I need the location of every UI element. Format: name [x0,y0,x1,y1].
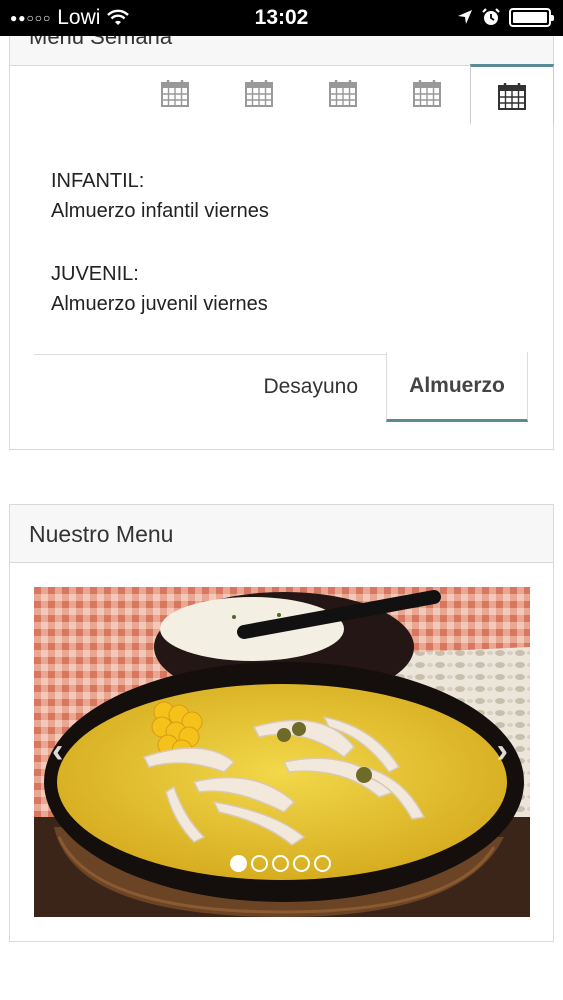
day-tab-1[interactable] [156,74,194,112]
tab-desayuno[interactable]: Desayuno [263,375,358,399]
carousel-indicators [230,855,331,872]
menu-entry-label: INFANTIL: [51,170,145,192]
carousel-prev-icon[interactable]: ‹ [52,732,63,771]
calendar-icon [329,80,357,107]
menu-semana-panel: Menu Semana INFANTIL: Almuerzo infantil … [9,36,554,450]
carousel-next-icon[interactable]: › [497,732,508,771]
carousel-dot-5[interactable] [314,855,331,872]
day-tab-4[interactable] [408,74,446,112]
menu-content: INFANTIL: Almuerzo infantil viernes JUVE… [51,166,269,352]
carousel-dot-1[interactable] [230,855,247,872]
menu-entry-label: JUVENIL: [51,263,139,285]
location-arrow-icon [458,10,472,24]
menu-entry-text: Almuerzo juvenil viernes [51,293,268,315]
nuestro-menu-title: Nuestro Menu [10,505,553,563]
day-tab-5-active[interactable] [470,64,554,124]
status-icons [457,7,554,27]
tab-almuerzo-active[interactable]: Almuerzo [386,352,528,422]
menu-semana-header: Menu Semana [10,36,553,66]
carousel-dot-3[interactable] [272,855,289,872]
day-tab-3[interactable] [324,74,362,112]
menu-entry-infantil: INFANTIL: Almuerzo infantil viernes [51,166,269,226]
nuestro-menu-panel: Nuestro Menu ‹ › [9,504,554,942]
calendar-icon [413,80,441,107]
carousel-dot-4[interactable] [293,855,310,872]
menu-entry-text: Almuerzo infantil viernes [51,200,269,222]
carousel-dot-2[interactable] [251,855,268,872]
food-carousel[interactable]: ‹ › [34,587,530,917]
alarm-icon [482,8,500,25]
day-tabs [10,64,554,124]
calendar-icon [498,82,526,110]
calendar-icon [161,80,189,107]
status-bar: ●●○○○ Lowi 13:02 [0,0,563,36]
menu-semana-title: Menu Semana [29,36,173,49]
meal-tabs: Desayuno Almuerzo [34,352,528,422]
day-tab-2[interactable] [240,74,278,112]
calendar-icon [245,80,273,107]
battery-icon [509,7,554,27]
menu-entry-juvenil: JUVENIL: Almuerzo juvenil viernes [51,259,269,319]
